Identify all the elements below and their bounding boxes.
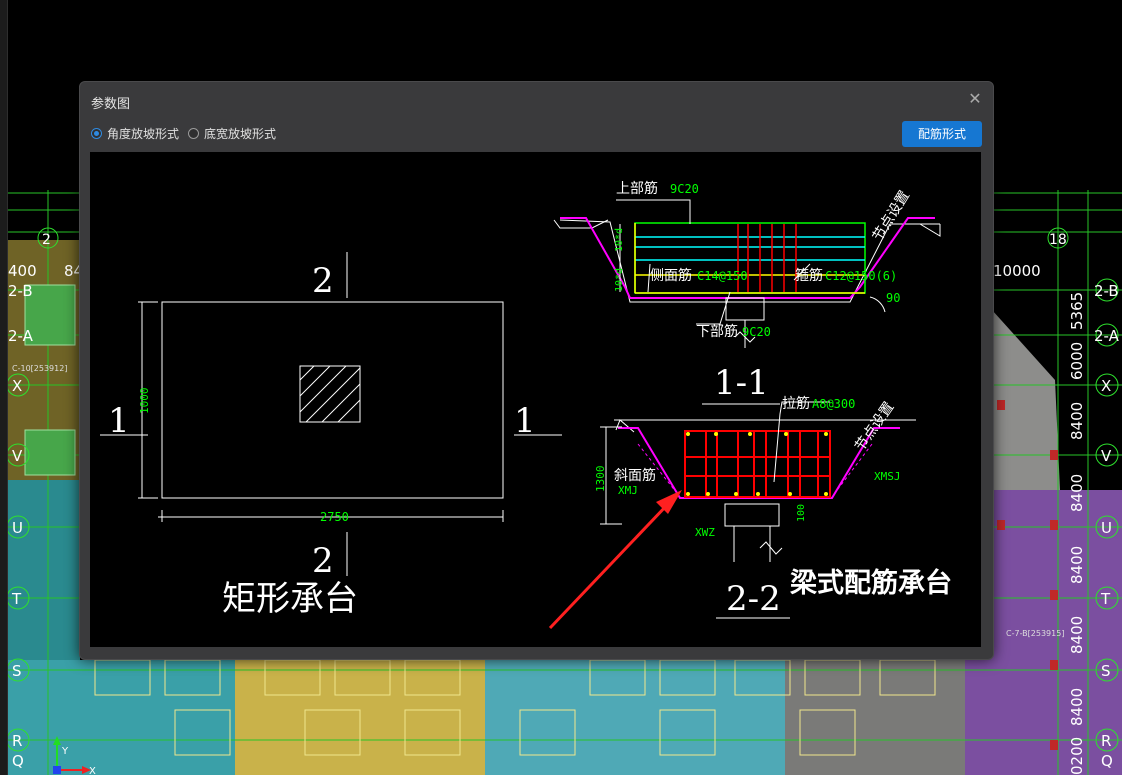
zone-teal-bottom xyxy=(0,660,240,775)
bg-grid-label: 8400 xyxy=(1068,474,1086,512)
radio-label: 角度放坡形式 xyxy=(107,127,180,141)
bottom-rebar-value: 9C20 xyxy=(742,325,771,339)
bg-grid-label: 2-A xyxy=(1094,327,1120,345)
section-mark-right: 1 xyxy=(514,401,536,441)
bg-grid-label: 2 xyxy=(42,232,51,248)
bg-grid-label: R xyxy=(12,732,22,750)
angle-label: 90 xyxy=(886,291,900,305)
close-icon[interactable]: ✕ xyxy=(967,91,983,107)
zone-blue-bottom xyxy=(485,658,785,775)
bg-grid-label: S xyxy=(1101,662,1111,680)
node-setting-label: 节点设置 xyxy=(870,188,913,244)
rect-cap-plan: 2 2 1 1 1000 2750 矩形承台 xyxy=(100,252,562,619)
bg-grid-label: 18 xyxy=(1049,232,1067,248)
bottom-rebar-label: 下部筋 xyxy=(696,323,738,340)
bg-grid-label: 0200 xyxy=(1068,737,1086,775)
bg-grid-label: C-7-B[253915] xyxy=(1006,629,1064,638)
side-rebar-label: 侧面筋 xyxy=(650,267,692,284)
xmsj-label: XMSJ xyxy=(874,470,901,483)
bg-grid-label: 8400 xyxy=(1068,402,1086,440)
stirrup-label: 箍筋 xyxy=(795,267,823,284)
section-mark-top: 2 xyxy=(312,261,334,301)
side-rebar-value: C14@150 xyxy=(697,269,748,283)
radio-unchecked-icon xyxy=(188,128,199,139)
annotation-arrow xyxy=(548,490,682,630)
zone-gray-bottom xyxy=(785,658,965,775)
dim-1300: 1300 xyxy=(594,466,607,493)
dim-100: 100 xyxy=(796,504,807,522)
ucs-x-label: X xyxy=(89,766,96,775)
bg-grid-label: 8400 xyxy=(1068,616,1086,654)
slope-rebar-label: 斜面筋 xyxy=(614,467,656,484)
bg-grid-label: 2-B xyxy=(8,282,33,300)
bg-grid-label: X xyxy=(12,377,22,395)
bg-grid-label: R xyxy=(1101,732,1111,750)
section-mark-left: 1 xyxy=(108,401,130,441)
xmj-label: XMJ xyxy=(618,484,638,497)
ucs-y-label: Y xyxy=(61,746,69,757)
bg-grid-label: Q xyxy=(1101,752,1113,770)
section-2-2-title: 2-2 xyxy=(726,579,781,619)
rebar-form-button[interactable]: 配筋形式 xyxy=(902,121,982,147)
parameter-diagram-dialog: 参数图 ✕ 角度放坡形式 底宽放坡形式 配筋形式 2 2 1 1 1000 27… xyxy=(79,81,994,660)
xwz-label: XWZ xyxy=(695,526,715,539)
radio-bottom-width-slope[interactable]: 底宽放坡形式 xyxy=(188,125,276,142)
radio-angle-slope[interactable]: 角度放坡形式 xyxy=(91,125,179,142)
dim-height: 1000 xyxy=(138,388,151,415)
bg-grid-label: 8400 xyxy=(1068,688,1086,726)
bg-grid-label: U xyxy=(12,519,23,537)
section-1-1-title: 1-1 xyxy=(714,363,769,403)
bg-grid-label: C-10[253912] xyxy=(12,364,67,373)
bg-grid-label: Q xyxy=(12,752,24,770)
dim-width: 2750 xyxy=(320,510,349,524)
bg-grid-label: X xyxy=(1101,377,1111,395)
bg-grid-label: U xyxy=(1101,519,1112,537)
stirrup-value: C12@150(6) xyxy=(825,269,897,283)
left-toolbar-edge xyxy=(0,0,8,775)
dim-10d-a: 10*d xyxy=(614,228,625,252)
bg-grid-label: 2-A xyxy=(8,327,34,345)
bg-grid-label: 10000 xyxy=(993,262,1041,280)
bg-grid-label: V xyxy=(1101,447,1112,465)
tie-value: A8@300 xyxy=(812,397,855,411)
parameter-drawing-canvas: 2 2 1 1 1000 2750 矩形承台 10*d 10*d 上部筋 9C2… xyxy=(90,152,981,647)
dialog-title: 参数图 xyxy=(91,97,131,112)
bg-grid-label: T xyxy=(11,590,22,608)
bg-grid-label: V xyxy=(12,447,23,465)
node-setting-label: 节点设置 xyxy=(852,399,897,454)
radio-label: 底宽放坡形式 xyxy=(204,127,277,141)
bg-grid-label: 5365 xyxy=(1068,292,1086,330)
section-1-1: 10*d 10*d 上部筋 9C20 侧面筋 C14@150 箍筋 C12@15… xyxy=(553,180,941,405)
bg-grid-label: 8400 xyxy=(1068,546,1086,584)
top-rebar-value: 9C20 xyxy=(670,182,699,196)
radio-checked-icon xyxy=(91,128,102,139)
dim-10d-b: 10*d xyxy=(614,268,625,292)
bg-grid-label: S xyxy=(12,662,22,680)
beam-rebar-annotation: 梁式配筋承台 xyxy=(790,567,952,599)
bg-grid-label: 2-B xyxy=(1094,282,1119,300)
tie-label: 拉筋 xyxy=(782,395,810,412)
bg-grid-label: 6000 xyxy=(1068,342,1086,380)
section-mark-bottom: 2 xyxy=(312,541,334,581)
bg-grid-label: 400 xyxy=(8,262,37,280)
top-rebar-label: 上部筋 xyxy=(616,180,658,197)
bg-grid-label: T xyxy=(1100,590,1111,608)
rect-cap-caption: 矩形承台 xyxy=(222,579,358,619)
